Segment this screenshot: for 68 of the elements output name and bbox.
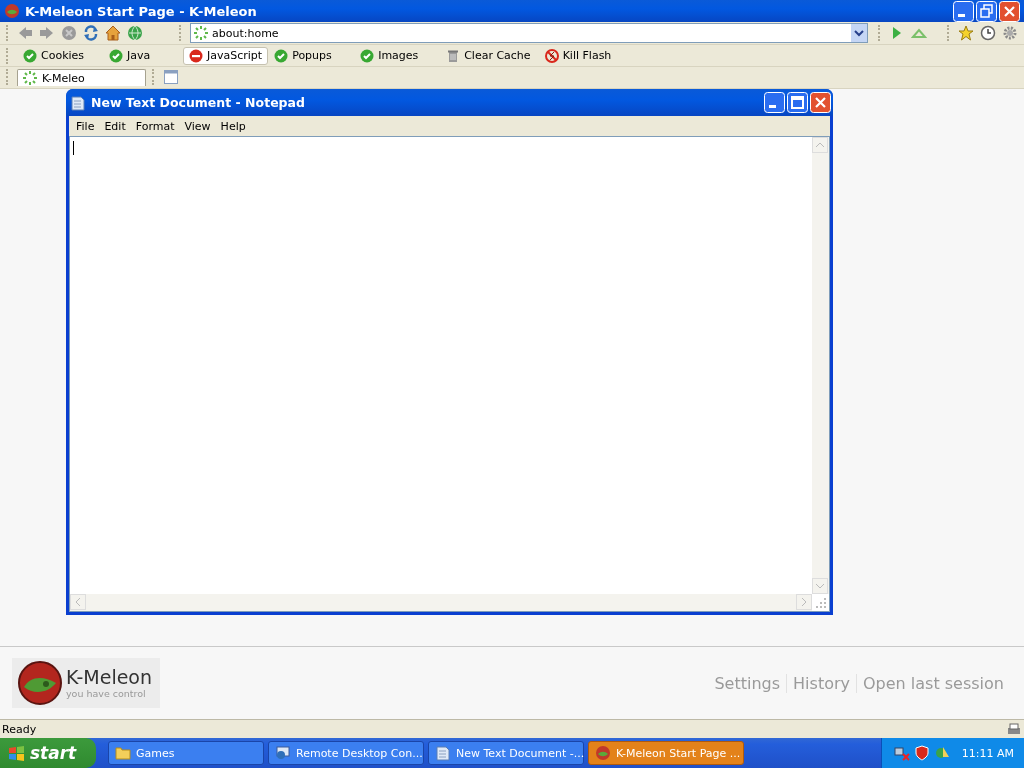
kill-flash-button[interactable]: Kill Flash (538, 46, 618, 65)
remote-desktop-icon (275, 745, 291, 761)
address-field[interactable]: about:home (190, 23, 868, 43)
horizontal-scrollbar[interactable] (70, 594, 812, 611)
logo-tagline: you have control (66, 688, 147, 699)
chameleon-logo-icon (18, 661, 62, 705)
printer-icon (1006, 722, 1022, 736)
loading-icon (22, 70, 38, 86)
scroll-left-icon[interactable] (70, 594, 86, 610)
toggle-button[interactable]: Cookies (17, 46, 103, 65)
taskbar-button[interactable]: New Text Document -... (428, 741, 584, 765)
home-icon[interactable] (105, 25, 121, 41)
blocked-circle-icon (189, 48, 203, 63)
taskbar-button[interactable]: Remote Desktop Con... (268, 741, 424, 765)
toggle-button[interactable]: Java (103, 46, 183, 65)
menu-item[interactable]: File (71, 119, 100, 133)
menu-item[interactable]: Edit (99, 119, 131, 133)
trash-icon (446, 48, 461, 63)
page-icon[interactable] (162, 69, 179, 85)
stop-icon[interactable] (61, 25, 77, 41)
close-button[interactable] (999, 0, 1020, 22)
menu-item[interactable]: Help (215, 119, 251, 133)
minimize-button[interactable] (764, 92, 785, 113)
taskbar-button[interactable]: Games (108, 741, 264, 765)
menu-item[interactable]: View (179, 119, 216, 133)
reload-icon[interactable] (83, 25, 99, 41)
logo-name: K-Meleon (66, 667, 153, 687)
menu-item[interactable]: Format (130, 119, 180, 133)
shield-icon[interactable] (913, 745, 930, 761)
update-icon[interactable] (933, 745, 950, 761)
maximize-button[interactable] (787, 92, 808, 113)
windows-flag-icon (8, 744, 25, 762)
browser-logo-icon (595, 745, 611, 761)
clock-icon[interactable] (980, 25, 996, 41)
gear-icon[interactable] (1002, 25, 1018, 41)
notepad-icon (70, 94, 86, 111)
globe-icon[interactable] (127, 25, 143, 41)
check-circle-icon (360, 48, 375, 63)
toggle-button[interactable]: Popups (268, 46, 355, 65)
scroll-down-icon[interactable] (812, 578, 828, 594)
browser-logo-icon (4, 3, 20, 19)
minimize-button[interactable] (953, 0, 974, 22)
no-flash-icon (544, 48, 559, 63)
notepad-icon (435, 745, 451, 761)
status-text: Ready (2, 722, 37, 736)
loading-icon (193, 25, 209, 41)
text-caret (73, 141, 74, 155)
browser-tab[interactable]: K-Meleo (17, 69, 146, 86)
start-button[interactable]: start (0, 738, 96, 768)
back-arrow-icon[interactable] (17, 25, 33, 41)
restore-button[interactable] (976, 0, 997, 22)
vertical-scrollbar[interactable] (812, 137, 829, 594)
check-circle-icon (274, 48, 289, 63)
window-title: New Text Document - Notepad (91, 95, 306, 110)
scroll-right-icon[interactable] (796, 594, 812, 610)
toggle-button[interactable]: Images (354, 46, 441, 65)
clock: 11:11 AM (961, 746, 1014, 760)
folder-icon (115, 745, 131, 761)
window-title: K-Meleon Start Page - K-Meleon (25, 3, 258, 19)
close-button[interactable] (810, 92, 831, 113)
check-circle-icon (109, 48, 123, 63)
check-circle-icon (23, 48, 37, 63)
clear-cache-button[interactable]: Clear Cache (440, 46, 537, 65)
toggle-button[interactable]: JavaScript (183, 46, 269, 65)
network-icon[interactable] (893, 745, 910, 761)
star-icon[interactable] (958, 25, 974, 41)
forward-arrow-icon[interactable] (39, 25, 55, 41)
scroll-up-icon[interactable] (812, 137, 828, 153)
